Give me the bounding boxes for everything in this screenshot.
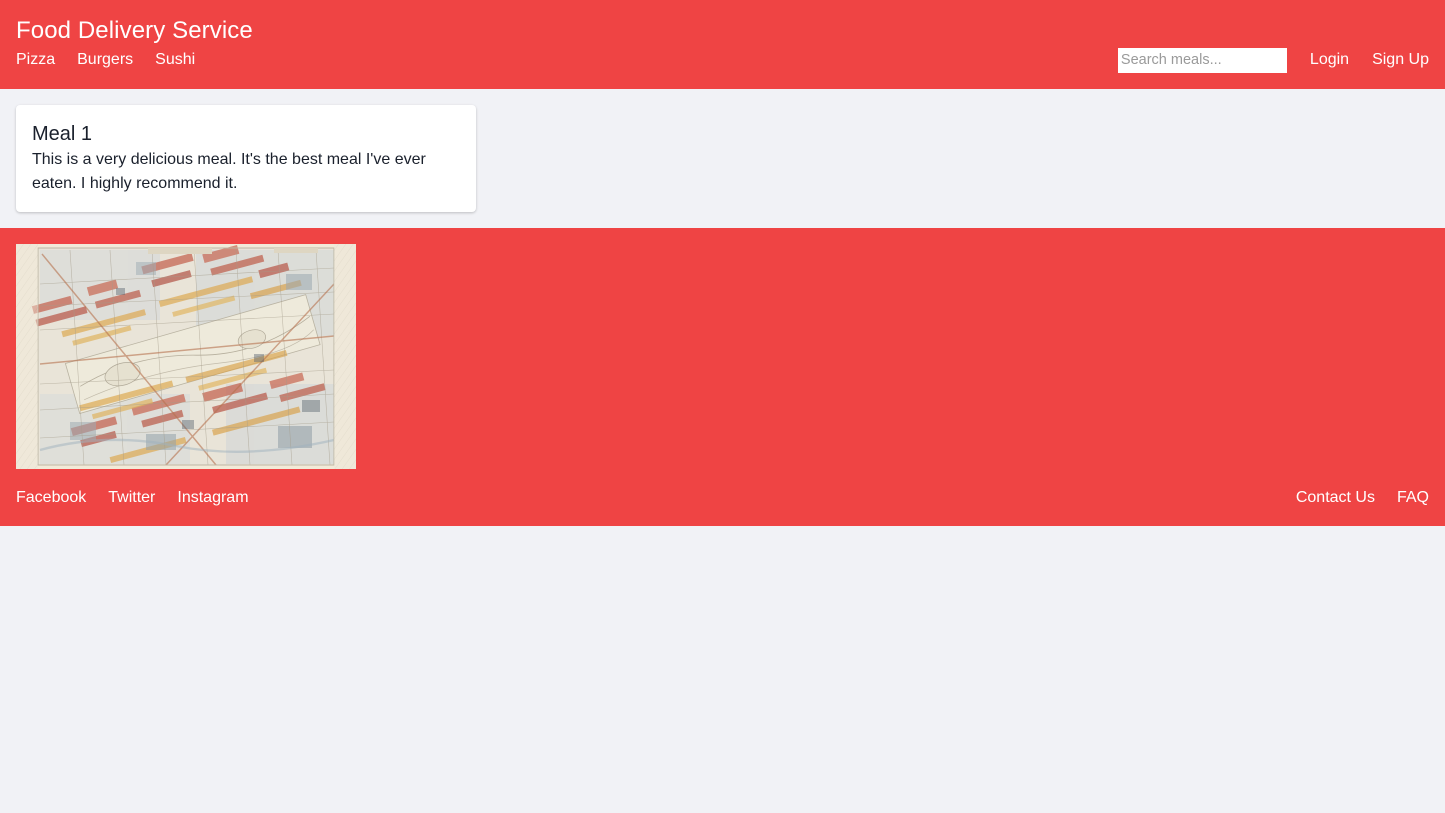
nav-item-burgers[interactable]: Burgers bbox=[77, 48, 133, 72]
social-link-instagram[interactable]: Instagram bbox=[177, 486, 248, 510]
signup-link[interactable]: Sign Up bbox=[1372, 48, 1429, 72]
header-actions: Login Sign Up bbox=[1117, 47, 1429, 73]
support-link-contact-us[interactable]: Contact Us bbox=[1296, 486, 1375, 510]
search-input[interactable] bbox=[1117, 47, 1287, 73]
meal-grid: Meal 1 This is a very delicious meal. It… bbox=[16, 104, 1429, 212]
meal-card-description: This is a very delicious meal. It's the … bbox=[32, 150, 426, 192]
meal-card-title: Meal 1 bbox=[32, 122, 93, 145]
site-footer: Facebook Twitter Instagram Contact Us FA… bbox=[0, 227, 1445, 526]
footer-support-links: Contact Us FAQ bbox=[1296, 486, 1429, 510]
footer-social-links: Facebook Twitter Instagram bbox=[16, 486, 249, 510]
meal-card[interactable]: Meal 1 This is a very delicious meal. It… bbox=[16, 104, 477, 212]
footer-links-row: Facebook Twitter Instagram Contact Us FA… bbox=[16, 486, 1429, 510]
social-link-twitter[interactable]: Twitter bbox=[108, 486, 155, 510]
social-link-facebook[interactable]: Facebook bbox=[16, 486, 86, 510]
page-title: Food Delivery Service bbox=[16, 17, 253, 44]
header-bottom-row: Pizza Burgers Sushi Login Sign Up bbox=[16, 47, 1429, 73]
login-link[interactable]: Login bbox=[1310, 48, 1349, 72]
support-link-faq[interactable]: FAQ bbox=[1397, 486, 1429, 510]
antique-map-image bbox=[16, 243, 356, 469]
main-content: Meal 1 This is a very delicious meal. It… bbox=[0, 89, 1445, 228]
nav-item-sushi[interactable]: Sushi bbox=[155, 48, 195, 72]
site-header: Food Delivery Service Pizza Burgers Sush… bbox=[0, 0, 1445, 89]
primary-nav: Pizza Burgers Sushi bbox=[16, 48, 195, 72]
nav-item-pizza[interactable]: Pizza bbox=[16, 48, 55, 72]
